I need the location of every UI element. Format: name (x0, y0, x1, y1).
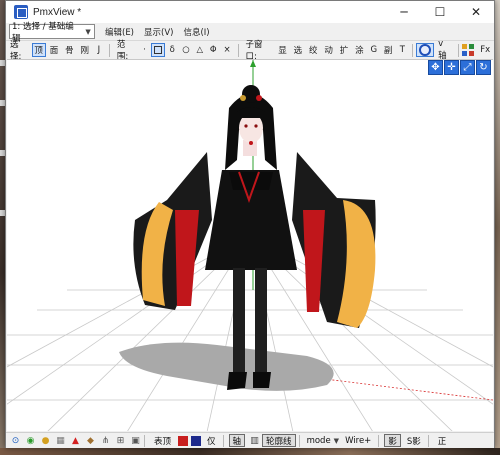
range-delta-button[interactable]: δ (166, 43, 178, 57)
wire-plus-button[interactable]: Wire+ (341, 434, 375, 447)
subwindow-move-button[interactable]: 动 (321, 43, 335, 57)
select-rigidbody-button[interactable]: 刚 (78, 43, 92, 57)
grid-point-icon[interactable]: ▦ (55, 435, 66, 446)
grid-icon[interactable] (462, 44, 475, 56)
target-icon[interactable]: ◉ (25, 435, 36, 446)
only-button[interactable]: 仅 (203, 434, 220, 447)
toolbar-separator (108, 43, 110, 57)
range-phi-button[interactable]: Φ (207, 43, 220, 57)
bone-icon[interactable]: ⋔ (100, 435, 111, 446)
minimize-button[interactable]: ─ (386, 1, 422, 23)
toolbar-separator (458, 43, 460, 57)
status-bar: ⊙ ◉ ● ▦ ▲ ◆ ⋔ ⊞ ▣ 表顶 仅 轴 ▥ 轮廓线 mode ▼ Wi… (6, 432, 494, 448)
lock-icon[interactable]: ▣ (130, 435, 141, 446)
subwindow-squeeze-button[interactable]: 绞 (306, 43, 320, 57)
desktop-background-bottom (0, 448, 500, 455)
status-separator (222, 434, 224, 447)
status-separator (298, 434, 300, 447)
rotate-view-icon[interactable]: ↻ (476, 60, 491, 75)
toolbar: 选择: 顶 面 骨 刚 J 范围: · δ ○ △ Φ × 子窗口: 显 选 绞… (6, 39, 494, 62)
mode-select[interactable]: 1: 选择 / 基础编辑 ▼ (9, 22, 95, 44)
cube-icon[interactable]: ◆ (85, 435, 96, 446)
status-separator (378, 434, 380, 447)
pan-view-icon[interactable]: ✛ (444, 60, 459, 75)
mode-dropdown-label: mode (306, 435, 331, 446)
menu-view[interactable]: 显示(V) (144, 26, 173, 38)
chevron-down-icon: ▼ (333, 436, 340, 445)
v-axis-button[interactable]: v轴 (435, 39, 454, 61)
right-leg (255, 268, 267, 376)
toolbar-separator (412, 43, 414, 57)
chevron-down-icon: ▼ (85, 27, 91, 36)
subwindow-display-button[interactable]: 显 (275, 43, 289, 57)
range-cross-button[interactable]: × (221, 43, 234, 57)
subwindow-g-button[interactable]: G (368, 43, 380, 57)
app-icon (14, 5, 28, 19)
subwindow-sub-button[interactable]: 副 (381, 43, 395, 57)
range-point-button[interactable]: · (138, 43, 150, 57)
maximize-button[interactable]: ☐ (422, 1, 458, 23)
move-view-icon[interactable]: ✥ (428, 60, 443, 75)
left-leg (233, 268, 245, 376)
pmxview-window: PmxView * ─ ☐ ✕ 1: 选择 / 基础编辑 ▼ 编辑(E) 显示(… (5, 0, 495, 448)
status-separator (427, 434, 429, 447)
fx-button[interactable]: Fx (477, 43, 493, 57)
square-icon (154, 46, 163, 54)
select-joint-button[interactable]: J (93, 43, 105, 57)
model-shadow (119, 342, 334, 391)
status-separator (144, 434, 145, 447)
front-view-button[interactable]: 正 (434, 434, 451, 447)
snap-icon[interactable]: ⊙ (10, 435, 21, 446)
select-bone-button[interactable]: 骨 (62, 43, 76, 57)
window-title: PmxView * (33, 6, 82, 18)
select-vertex-button[interactable]: 顶 (31, 43, 46, 57)
dot-icon[interactable]: ● (40, 435, 51, 446)
model-scene (7, 60, 493, 431)
subwindow-paint-button[interactable]: 涂 (352, 43, 366, 57)
toolbar-separator (237, 43, 239, 57)
outline-button[interactable]: 轮廓线 (262, 434, 296, 447)
shadow-button[interactable]: 影 (384, 434, 401, 447)
view-navigation-tools: ✥ ✛ ⤢ ↻ (427, 60, 491, 75)
range-circle-button[interactable]: ○ (179, 43, 192, 57)
axis-button[interactable]: 轴 (228, 434, 246, 447)
link-icon[interactable]: ⊞ (115, 435, 126, 446)
zoom-view-icon[interactable]: ⤢ (460, 60, 475, 75)
color-swatch-navy[interactable] (191, 435, 202, 446)
subwindow-select-button[interactable]: 选 (291, 43, 305, 57)
color-swatch-red[interactable] (178, 435, 189, 446)
menu-edit[interactable]: 编辑(E) (105, 26, 134, 38)
red-triangle-icon[interactable]: ▲ (70, 435, 81, 446)
globe-view-button[interactable] (416, 43, 435, 57)
close-button[interactable]: ✕ (458, 1, 494, 23)
3d-viewport[interactable]: ✥ ✛ ⤢ ↻ (7, 59, 493, 431)
subwindow-t-button[interactable]: T (396, 43, 408, 57)
s-shadow-button[interactable]: S影 (403, 434, 425, 447)
show-vertex-button[interactable]: 表顶 (150, 434, 175, 447)
range-rect-button[interactable] (151, 43, 166, 57)
subwindow-expand-button[interactable]: 扩 (337, 43, 351, 57)
bar-chart-icon[interactable]: ▥ (249, 435, 260, 446)
menu-info[interactable]: 信息(I) (183, 26, 209, 38)
globe-icon (419, 44, 432, 56)
mode-dropdown[interactable]: mode ▼ (307, 436, 340, 446)
select-face-button[interactable]: 面 (47, 43, 61, 57)
range-triangle-button[interactable]: △ (194, 43, 206, 57)
